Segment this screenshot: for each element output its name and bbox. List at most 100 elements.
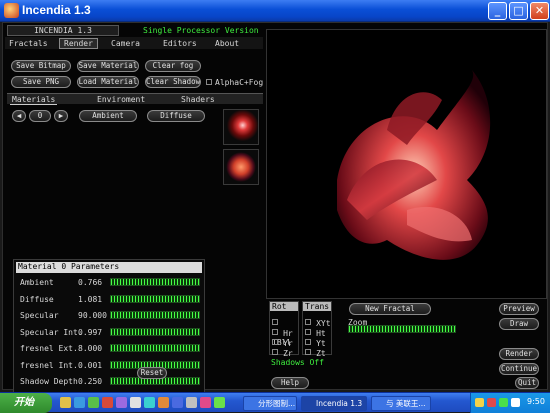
quicklaunch-icon[interactable] xyxy=(88,397,99,408)
render-viewport[interactable] xyxy=(266,29,547,299)
minimize-button[interactable]: _ xyxy=(488,2,507,20)
rot-panel: Rot TBll Hr Yr Zr xyxy=(269,301,299,358)
task-button[interactable]: 分形图制... xyxy=(243,396,297,411)
clear-shadows-button[interactable]: Clear Shadows xyxy=(145,76,201,88)
quicklaunch-icon[interactable] xyxy=(116,397,127,408)
alpha-fog-checkbox[interactable] xyxy=(206,79,212,85)
transform-option[interactable]: Zr xyxy=(270,341,298,358)
menu-about[interactable]: About xyxy=(215,39,239,48)
quicklaunch-icon[interactable] xyxy=(214,397,225,408)
transform-option[interactable]: Hr xyxy=(270,321,298,338)
tray-icon[interactable] xyxy=(499,398,508,407)
load-material-button[interactable]: Load Material xyxy=(77,76,139,88)
quicklaunch-icon[interactable] xyxy=(200,397,211,408)
transform-option[interactable]: Zt xyxy=(303,341,331,358)
param-value: 0.997 xyxy=(78,327,103,337)
param-slider[interactable] xyxy=(110,278,200,286)
trans-list: XYt Ht Yt Zt xyxy=(303,311,331,358)
tray-icon[interactable] xyxy=(487,398,496,407)
diffuse-button[interactable]: Diffuse xyxy=(147,110,205,122)
quicklaunch-icon[interactable] xyxy=(172,397,183,408)
transform-option[interactable]: Ht xyxy=(303,321,331,338)
quicklaunch-icon[interactable] xyxy=(74,397,85,408)
alpha-fog-label: AlphaC+Fog xyxy=(215,78,264,87)
reset-button[interactable]: Reset xyxy=(137,367,167,379)
parameters-title: Material 0 Parameters xyxy=(16,262,202,273)
rot-list: TBll Hr Yr Zr xyxy=(270,311,298,358)
maximize-button[interactable]: □ xyxy=(509,2,528,20)
clear-fog-button[interactable]: Clear fog xyxy=(145,60,201,72)
rot-title: Rot xyxy=(270,302,298,311)
save-png-button[interactable]: Save PNG xyxy=(11,76,71,88)
param-row: Specular Int. 0.997 xyxy=(14,325,204,339)
menu-editors[interactable]: Editors xyxy=(163,39,197,48)
param-value: 0.001 xyxy=(78,360,103,370)
trans-title: Trans xyxy=(303,302,331,311)
transform-option[interactable]: Yt xyxy=(303,331,331,348)
quicklaunch-icon[interactable] xyxy=(158,397,169,408)
menu-render[interactable]: Render xyxy=(59,38,98,49)
param-slider[interactable] xyxy=(110,311,200,319)
param-slider[interactable] xyxy=(110,327,200,336)
param-value: 0.766 xyxy=(78,278,103,287)
transform-option[interactable]: TBll xyxy=(270,311,298,347)
prev-material-button[interactable]: ◀ xyxy=(12,110,26,122)
draw-button[interactable]: Draw xyxy=(499,318,539,330)
param-row: fresnel Ext. 8.000 xyxy=(14,341,204,355)
option-label: Zr xyxy=(283,349,293,358)
start-button[interactable]: 开始 xyxy=(0,393,52,413)
app-name-label: INCENDIA 1.3 xyxy=(7,25,119,36)
title-bar: Incendia 1.3 _ □ ✕ xyxy=(0,0,550,22)
param-row: Shadow Depth 0.250 xyxy=(14,374,204,388)
transform-option[interactable]: Yr xyxy=(270,331,298,348)
help-button[interactable]: Help xyxy=(271,377,309,389)
param-slider[interactable] xyxy=(110,344,200,352)
option-checkbox[interactable] xyxy=(305,348,311,355)
param-label: Specular xyxy=(20,311,59,320)
tab-shaders[interactable]: Shaders xyxy=(181,95,215,104)
option-label: Zt xyxy=(316,349,326,358)
menu-fractals[interactable]: Fractals xyxy=(9,39,48,48)
quicklaunch-icon[interactable] xyxy=(144,397,155,408)
transform-option[interactable]: XYt xyxy=(303,311,331,328)
option-checkbox[interactable] xyxy=(272,348,278,355)
sub-tab-bar: Materials Enviroment Shaders xyxy=(7,93,263,105)
quit-button[interactable]: Quit xyxy=(515,377,539,389)
task-button[interactable]: 与 美联王... xyxy=(371,396,431,411)
quicklaunch-icon[interactable] xyxy=(130,397,141,408)
param-label: Shadow Depth xyxy=(20,377,78,386)
parameters-panel: Material 0 Parameters Ambient 0.766 Diffus… xyxy=(13,259,205,393)
tray-icon[interactable] xyxy=(475,398,484,407)
trans-panel: Trans XYt Ht Yt Zt xyxy=(302,301,332,358)
param-value: 1.081 xyxy=(78,294,103,304)
zoom-slider[interactable] xyxy=(348,325,456,333)
render-button[interactable]: Render xyxy=(499,348,539,360)
continue-button[interactable]: Continue xyxy=(499,363,539,375)
preview-button[interactable]: Preview xyxy=(499,303,539,315)
window-title: Incendia 1.3 xyxy=(22,3,91,17)
param-value: 0.250 xyxy=(78,377,103,386)
next-material-button[interactable]: ▶ xyxy=(54,110,68,122)
quicklaunch-icon[interactable] xyxy=(186,397,197,408)
save-material-button[interactable]: Save Material xyxy=(77,60,139,72)
param-row: Diffuse 1.081 xyxy=(14,292,204,306)
tab-materials[interactable]: Materials xyxy=(10,95,58,105)
param-slider[interactable] xyxy=(110,294,200,303)
param-label: Diffuse xyxy=(20,294,54,304)
ambient-button[interactable]: Ambient xyxy=(79,110,137,122)
menu-camera[interactable]: Camera xyxy=(111,39,140,48)
param-value: 8.000 xyxy=(78,344,103,353)
param-label: fresnel Ext. xyxy=(20,344,78,353)
save-bitmap-button[interactable]: Save Bitmap xyxy=(11,60,71,72)
new-fractal-button[interactable]: New Fractal xyxy=(349,303,431,315)
param-value: 90.000 xyxy=(78,311,107,320)
tray-icon[interactable] xyxy=(511,398,520,407)
quicklaunch-icon[interactable] xyxy=(60,397,71,408)
task-button-active[interactable]: Incendia 1.3 xyxy=(301,396,367,411)
tab-enviroment[interactable]: Enviroment xyxy=(97,95,145,104)
quicklaunch-icon[interactable] xyxy=(102,397,113,408)
close-button[interactable]: ✕ xyxy=(530,2,549,20)
clock: 9:50 xyxy=(527,397,545,406)
param-row: Ambient 0.766 xyxy=(14,275,204,289)
param-row: Specular 90.000 xyxy=(14,308,204,322)
